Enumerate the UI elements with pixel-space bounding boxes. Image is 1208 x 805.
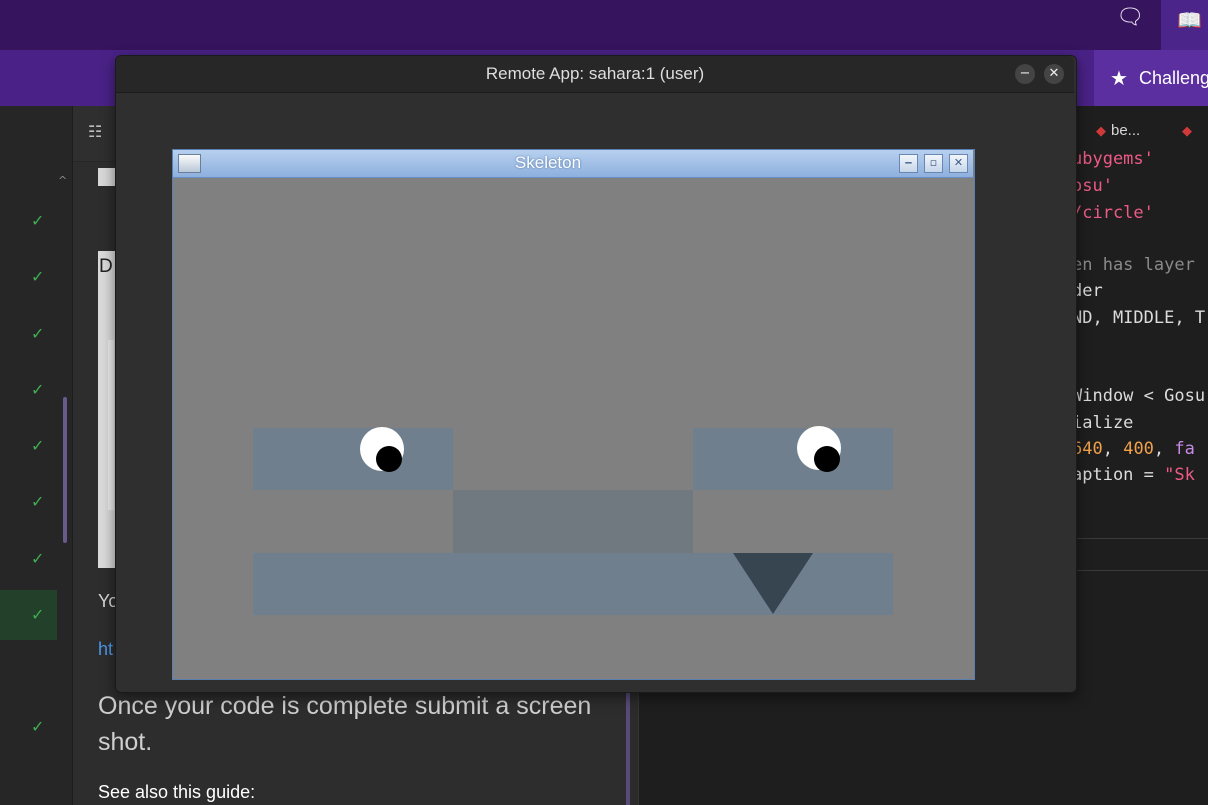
code-line: ubygems' <box>1072 149 1154 169</box>
notes-icon[interactable]: ☷ <box>88 122 102 141</box>
skeleton-close-button[interactable]: ✕ <box>949 154 968 173</box>
editor-tab-label: be... <box>1111 122 1141 139</box>
scroll-up-icon[interactable]: ^ <box>58 174 67 187</box>
minimize-button[interactable]: − <box>1015 64 1035 84</box>
left-pupil <box>376 446 402 472</box>
check-icon[interactable]: ✓ <box>31 212 44 230</box>
check-icon[interactable]: ✓ <box>31 606 44 624</box>
skeleton-maximize-button[interactable]: ▫ <box>924 154 943 173</box>
check-icon[interactable]: ✓ <box>31 493 44 511</box>
star-icon: ★ <box>1110 66 1128 90</box>
code-line: ialize <box>1072 413 1134 433</box>
link[interactable]: ht <box>98 639 113 660</box>
code-line: 640, 400, fa <box>1072 439 1195 459</box>
image-fragment <box>98 168 116 186</box>
check-icon[interactable]: ✓ <box>31 718 44 736</box>
remote-app-title: Remote App: sahara:1 (user) <box>485 64 705 83</box>
check-icon[interactable]: ✓ <box>31 325 44 343</box>
code-line: ND, MIDDLE, T <box>1072 308 1206 328</box>
code-token: 400 <box>1123 439 1154 459</box>
chat-icon[interactable]: 🗨 <box>1116 6 1144 30</box>
code-line: /circle' <box>1072 203 1154 223</box>
code-line: aption = "Sk <box>1072 464 1195 486</box>
left-eye-block <box>253 428 453 490</box>
challenge-tab-label[interactable]: Challeng <box>1139 66 1208 90</box>
code-line: osu' <box>1072 176 1113 196</box>
editor-tabs: ◆ be... ◆ <box>1072 116 1208 146</box>
editor-divider <box>1072 570 1208 571</box>
skeleton-minimize-button[interactable]: ‒ <box>899 154 918 173</box>
close-button[interactable]: ✕ <box>1044 64 1064 84</box>
right-pupil <box>814 446 840 472</box>
nose-block <box>453 490 693 553</box>
instruction-paragraph: Once your code is complete submit a scre… <box>98 692 592 756</box>
editor-tab[interactable]: ◆ <box>1182 116 1197 146</box>
image-detail <box>108 340 114 510</box>
top-header-bar <box>0 0 1208 50</box>
check-icon[interactable]: ✓ <box>31 268 44 286</box>
check-icon[interactable]: ✓ <box>31 381 44 399</box>
editor-divider <box>1072 538 1208 539</box>
guide-text: See also this guide: <box>98 782 256 802</box>
code-token: fa <box>1174 439 1195 459</box>
ruby-icon: ◆ <box>1182 123 1192 138</box>
beak-triangle <box>733 553 813 614</box>
book-icon: 📖 <box>1177 8 1202 32</box>
sidebar-scrollbar[interactable] <box>63 397 67 543</box>
code-line: Window < Gosu <box>1072 386 1206 406</box>
check-icon[interactable]: ✓ <box>31 550 44 568</box>
check-icon[interactable]: ✓ <box>31 437 44 455</box>
skeleton-title: Skeleton <box>514 153 582 172</box>
sidebar-item-active[interactable] <box>0 590 57 640</box>
editor-tab[interactable]: ◆ be... <box>1096 116 1140 146</box>
image-text: D <box>99 256 113 277</box>
code-token: aption = <box>1072 465 1165 485</box>
right-eye-block <box>693 428 893 490</box>
ruby-icon: ◆ <box>1096 123 1106 138</box>
code-line: en has layer <box>1072 255 1195 275</box>
code-token: "Sk <box>1164 465 1195 485</box>
